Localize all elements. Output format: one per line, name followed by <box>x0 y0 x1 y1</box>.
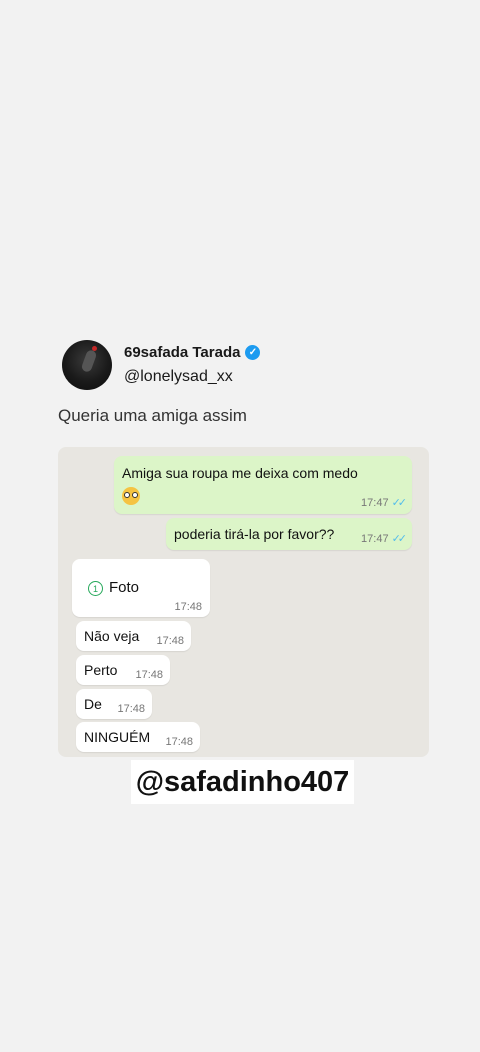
message-time: 17:47 <box>361 533 389 545</box>
message-time: 17:48 <box>117 703 145 715</box>
verified-badge-icon: ✓ <box>245 345 261 360</box>
chat-screenshot: Amiga sua roupa me deixa com medo 17:47 ✓… <box>58 447 429 757</box>
watermark-handle: @safadinho407 <box>131 760 354 804</box>
user-handle[interactable]: @lonelysad_xx <box>124 368 233 386</box>
view-once-icon: 1 <box>88 580 103 596</box>
microphone-icon <box>80 348 98 374</box>
message-bubble-incoming-photo[interactable]: 1 Foto 17:48 <box>72 559 210 617</box>
message-time: 17:48 <box>156 635 184 647</box>
avatar[interactable] <box>62 340 112 390</box>
message-text: Perto <box>84 662 118 678</box>
read-receipt-icon: ✓✓ <box>391 497 408 509</box>
display-name[interactable]: 69safada Tarada <box>124 344 240 361</box>
message-bubble-outgoing: poderia tirá-la por favor?? 17:47 ✓✓ <box>166 518 412 550</box>
message-bubble-incoming: Perto 17:48 <box>76 655 170 685</box>
message-time: 17:48 <box>135 669 163 681</box>
tweet-text: Queria uma amiga assim <box>58 406 247 425</box>
message-text: NINGUÉM <box>84 729 151 745</box>
pleading-face-icon <box>122 487 140 506</box>
name-row: 69safada Tarada ✓ <box>124 344 261 361</box>
photo-label: Foto <box>109 579 140 596</box>
message-bubble-incoming: Não veja 17:48 <box>76 621 191 651</box>
message-time: 17:48 <box>165 736 193 748</box>
message-text: poderia tirá-la por favor?? <box>174 526 335 542</box>
read-receipt-icon: ✓✓ <box>391 533 408 545</box>
message-text: Não veja <box>84 628 140 644</box>
message-bubble-incoming: De 17:48 <box>76 689 152 719</box>
message-text: Amiga sua roupa me deixa com medo <box>122 465 358 481</box>
message-time: 17:48 <box>174 601 202 613</box>
message-time: 17:47 <box>361 497 389 509</box>
message-bubble-outgoing: Amiga sua roupa me deixa com medo 17:47 ✓… <box>114 456 412 514</box>
message-text: De <box>84 696 102 712</box>
record-dot-icon <box>92 346 97 351</box>
message-bubble-incoming: NINGUÉM 17:48 <box>76 722 200 752</box>
